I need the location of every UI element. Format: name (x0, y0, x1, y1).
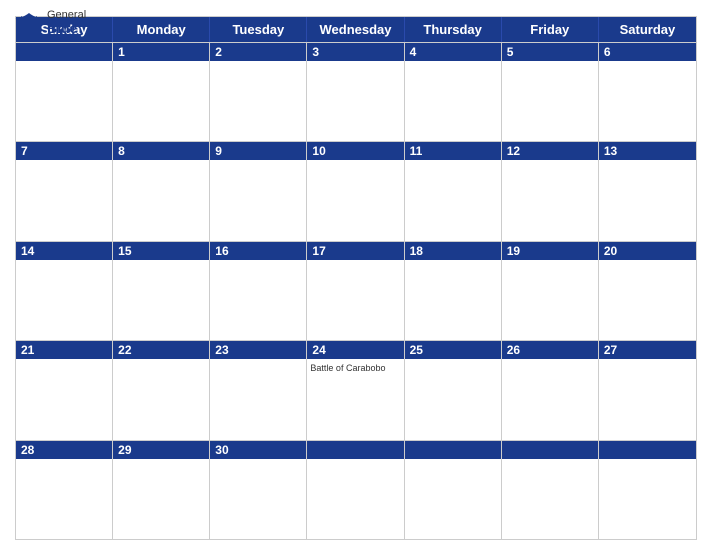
week-row-5: 282930 (16, 440, 696, 539)
cal-cell-w1-d3: 3 (307, 43, 404, 141)
cal-cell-w5-d5 (502, 441, 599, 539)
day-number: 27 (599, 341, 696, 359)
cal-cell-w4-d0: 21 (16, 341, 113, 439)
cal-cell-w3-d2: 16 (210, 242, 307, 340)
cal-cell-w5-d2: 30 (210, 441, 307, 539)
day-number (307, 441, 403, 459)
week-row-2: 78910111213 (16, 141, 696, 240)
day-number: 29 (113, 441, 209, 459)
cal-cell-w2-d4: 11 (405, 142, 502, 240)
cal-cell-w4-d1: 22 (113, 341, 210, 439)
day-number: 8 (113, 142, 209, 160)
weekday-header-friday: Friday (502, 17, 599, 42)
week-row-4: 21222324 Battle of Carabobo252627 (16, 340, 696, 439)
cal-cell-w3-d6: 20 (599, 242, 696, 340)
logo-bird-icon (15, 12, 43, 34)
day-number: 9 (210, 142, 306, 160)
cal-cell-w5-d3 (307, 441, 404, 539)
day-number: 21 (16, 341, 112, 359)
weekday-header-row: SundayMondayTuesdayWednesdayThursdayFrid… (16, 17, 696, 42)
cal-cell-w5-d0: 28 (16, 441, 113, 539)
day-number: 11 (405, 142, 501, 160)
day-number: 24 (307, 341, 403, 359)
day-number: 7 (16, 142, 112, 160)
event-label: Battle of Carabobo (307, 361, 403, 375)
day-number: 6 (599, 43, 696, 61)
weekday-header-monday: Monday (113, 17, 210, 42)
day-number: 17 (307, 242, 403, 260)
logo-blue-text: Blue (47, 21, 77, 35)
cal-cell-w2-d2: 9 (210, 142, 307, 240)
cal-cell-w5-d4 (405, 441, 502, 539)
day-number: 26 (502, 341, 598, 359)
day-number: 2 (210, 43, 306, 61)
day-number: 12 (502, 142, 598, 160)
cal-cell-w2-d0: 7 (16, 142, 113, 240)
day-number: 10 (307, 142, 403, 160)
weekday-header-wednesday: Wednesday (307, 17, 404, 42)
day-number: 3 (307, 43, 403, 61)
cal-cell-w1-d4: 4 (405, 43, 502, 141)
day-number (16, 43, 112, 61)
day-number: 4 (405, 43, 501, 61)
cal-cell-w5-d1: 29 (113, 441, 210, 539)
day-number: 13 (599, 142, 696, 160)
day-number: 28 (16, 441, 112, 459)
cal-cell-w1-d5: 5 (502, 43, 599, 141)
day-number (502, 441, 598, 459)
calendar-body: 123456789101112131415161718192021222324B… (16, 42, 696, 539)
weekday-header-saturday: Saturday (599, 17, 696, 42)
cal-cell-w4-d4: 25 (405, 341, 502, 439)
cal-cell-w5-d6 (599, 441, 696, 539)
cal-cell-w1-d6: 6 (599, 43, 696, 141)
page: GeneralBlue SundayMondayTuesdayWednesday… (0, 0, 712, 550)
cal-cell-w2-d1: 8 (113, 142, 210, 240)
day-number: 18 (405, 242, 501, 260)
day-number: 14 (16, 242, 112, 260)
cal-cell-w4-d3: 24 Battle of Carabobo (307, 341, 404, 439)
cal-cell-w4-d2: 23 (210, 341, 307, 439)
day-number (599, 441, 696, 459)
day-number: 25 (405, 341, 501, 359)
calendar-grid: SundayMondayTuesdayWednesdayThursdayFrid… (15, 16, 697, 540)
day-number: 22 (113, 341, 209, 359)
logo: GeneralBlue (15, 10, 86, 35)
cal-cell-w4-d6: 27 (599, 341, 696, 439)
day-number: 5 (502, 43, 598, 61)
day-number: 20 (599, 242, 696, 260)
day-number: 30 (210, 441, 306, 459)
cal-cell-w3-d0: 14 (16, 242, 113, 340)
cal-cell-w3-d1: 15 (113, 242, 210, 340)
day-number (405, 441, 501, 459)
cal-cell-w1-d1: 1 (113, 43, 210, 141)
day-number: 16 (210, 242, 306, 260)
cal-cell-w1-d0 (16, 43, 113, 141)
day-number: 19 (502, 242, 598, 260)
cal-cell-w3-d5: 19 (502, 242, 599, 340)
day-number: 23 (210, 341, 306, 359)
cal-cell-w1-d2: 2 (210, 43, 307, 141)
weekday-header-tuesday: Tuesday (210, 17, 307, 42)
cal-cell-w2-d6: 13 (599, 142, 696, 240)
cal-cell-w3-d4: 18 (405, 242, 502, 340)
cal-cell-w3-d3: 17 (307, 242, 404, 340)
day-number: 1 (113, 43, 209, 61)
day-number: 15 (113, 242, 209, 260)
week-row-3: 14151617181920 (16, 241, 696, 340)
cal-cell-w4-d5: 26 (502, 341, 599, 439)
cal-cell-w2-d5: 12 (502, 142, 599, 240)
week-row-1: 123456 (16, 42, 696, 141)
weekday-header-thursday: Thursday (405, 17, 502, 42)
cal-cell-w2-d3: 10 (307, 142, 404, 240)
